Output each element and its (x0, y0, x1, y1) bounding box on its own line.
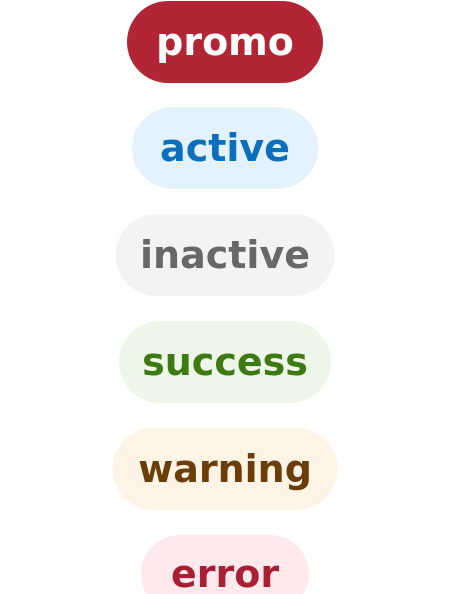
badge-warning: warning (112, 428, 338, 510)
badge-promo: promo (127, 1, 323, 83)
badge-active: active (132, 107, 318, 189)
badge-label: inactive (140, 233, 310, 277)
badge-label: error (170, 552, 280, 594)
badge-label: success (142, 340, 308, 384)
badge-label: warning (138, 447, 312, 491)
badge-success: success (119, 321, 331, 403)
badge-label: promo (156, 20, 294, 64)
badge-label: active (160, 126, 290, 170)
badge-error: error (141, 535, 309, 594)
badge-inactive: inactive (115, 214, 335, 296)
